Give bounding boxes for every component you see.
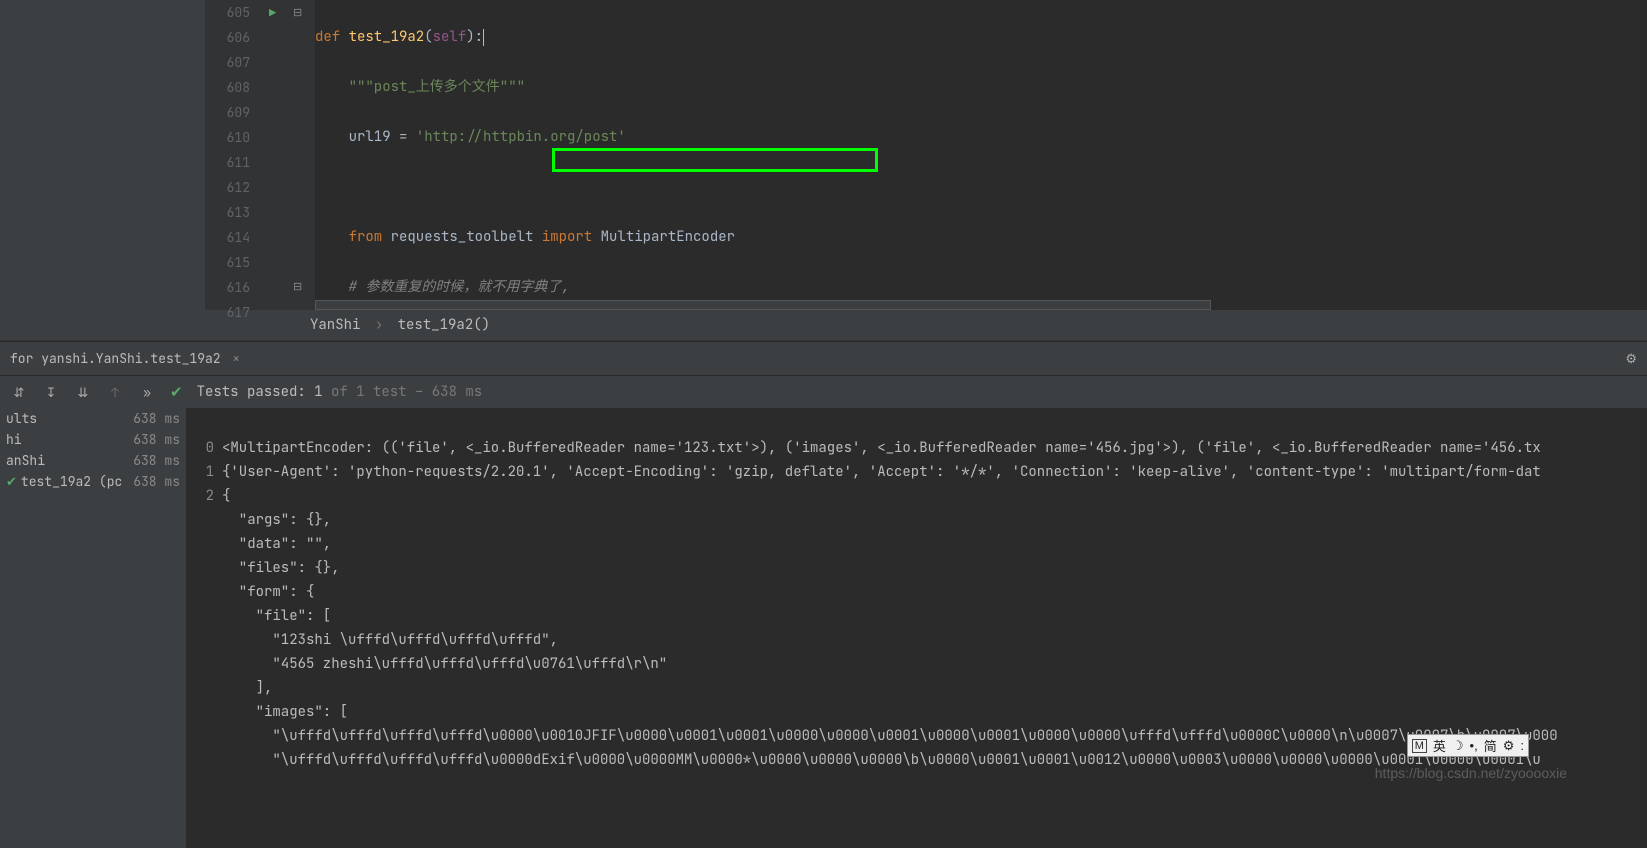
project-pane [0, 0, 205, 310]
bottom-panel: ults638 ms hi638 ms anShi638 ms ✔test_19… [0, 408, 1647, 848]
ime-lang[interactable]: 英 [1433, 736, 1446, 755]
ime-gear-icon[interactable]: ⚙ [1503, 738, 1515, 754]
tree-row[interactable]: ✔test_19a2 (pc638 ms [0, 471, 186, 492]
ime-caret: : [1520, 738, 1524, 753]
breadcrumb-separator: › [375, 316, 383, 334]
expand-icon[interactable]: ⇊ [74, 384, 92, 401]
horizontal-scrollbar[interactable] [315, 300, 1211, 310]
console-line: "files": {}, [222, 559, 340, 577]
console-line: { [222, 487, 230, 505]
test-tree[interactable]: ults638 ms hi638 ms anShi638 ms ✔test_19… [0, 408, 186, 848]
moon-icon[interactable]: ☽ [1452, 738, 1464, 754]
up-icon[interactable]: ↑ [106, 384, 124, 401]
docstring: """post_上传多个文件""" [349, 78, 525, 96]
line-gutter: 605606607608609610611612613614615616617 [205, 0, 265, 310]
console-line: {'User-Agent': 'python-requests/2.20.1',… [222, 463, 1541, 481]
tree-row[interactable]: ults638 ms [0, 408, 186, 429]
collapse-icon[interactable]: ⊟ [293, 6, 302, 20]
keyword-def: def [315, 28, 349, 46]
run-tab-bar: for yanshi.YanShi.test_19a2 × ⚙ [0, 341, 1647, 375]
close-icon[interactable]: × [232, 350, 240, 367]
console-line: "\ufffd\ufffd\ufffd\ufffd\u0000dExif\u00… [222, 751, 1541, 769]
console-line: "file": [ [222, 607, 331, 625]
tree-row[interactable]: hi638 ms [0, 429, 186, 450]
run-test-icon[interactable]: ▶ [269, 5, 276, 21]
test-toolbar: ⇵ ↧ ⇊ ↑ » ✔ Tests passed: 1 of 1 test – … [0, 375, 1647, 408]
breadcrumb-method[interactable]: test_19a2() [398, 316, 490, 334]
collapse-end-icon[interactable]: ⊟ [293, 280, 302, 294]
self-param: self [433, 28, 467, 46]
filter-icon[interactable]: ↧ [42, 384, 60, 401]
console-line: "images": [ [222, 703, 348, 721]
check-icon: ✔ [6, 473, 17, 490]
console-line: "4565 zheshi\ufffd\ufffd\ufffd\u0761\uff… [222, 655, 667, 673]
comment: # 参数重复的时候，就不用字典了, [349, 278, 570, 296]
editor-area: 605606607608609610611612613614615616617 … [0, 0, 1647, 310]
function-name: test_19a2 [349, 28, 425, 46]
console-line: "args": {}, [222, 511, 331, 529]
more-icon[interactable]: » [138, 384, 156, 401]
annotation-highlight [552, 148, 878, 172]
check-circle-icon: ✔ [170, 382, 183, 402]
run-tab[interactable]: for yanshi.YanShi.test_19a2 × [0, 346, 250, 371]
watermark-text: https://blog.csdn.net/zyooooxie [1375, 765, 1567, 781]
ime-mode-icon[interactable]: M [1412, 739, 1427, 753]
console-line: "123shi \ufffd\ufffd\ufffd\ufffd", [222, 631, 558, 649]
breadcrumb-class[interactable]: YanShi [310, 316, 360, 334]
console-line: <MultipartEncoder: (('file', <_io.Buffer… [222, 439, 1541, 457]
sort-icon[interactable]: ⇵ [10, 384, 28, 401]
ime-style[interactable]: 简 [1484, 736, 1497, 755]
gear-icon[interactable]: ⚙ [1625, 350, 1637, 367]
console-line: ], [222, 679, 272, 697]
code-editor[interactable]: def test_19a2(self): """post_上传多个文件""" u… [315, 0, 1647, 310]
console-line: "data": "", [222, 535, 331, 553]
ime-toolbar[interactable]: M 英 ☽ •, 简 ⚙ : [1407, 734, 1529, 757]
tests-status: Tests passed: 1 of 1 test – 638 ms [197, 383, 483, 401]
text-cursor [483, 29, 484, 46]
tree-row[interactable]: anShi638 ms [0, 450, 186, 471]
console-line: "\ufffd\ufffd\ufffd\ufffd\u0000\u0010JFI… [222, 727, 1558, 745]
gutter-icons: ▶ ⊟ ⊟ [265, 0, 315, 310]
console-output[interactable]: 0<MultipartEncoder: (('file', <_io.Buffe… [186, 408, 1647, 848]
console-line: "form": { [222, 583, 314, 601]
ime-punct[interactable]: •, [1470, 738, 1478, 753]
